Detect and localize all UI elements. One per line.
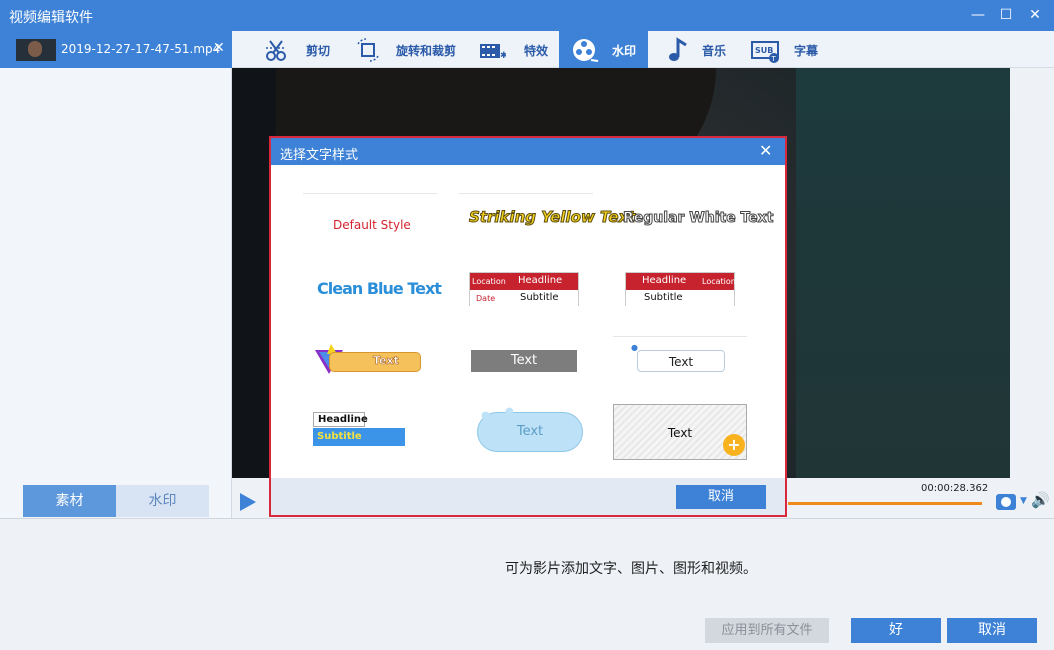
film-effects-icon: ✱ [480, 44, 506, 61]
time-display: 00:00:28.362 [921, 483, 989, 494]
scissors-icon [266, 40, 286, 61]
apply-to-all-button[interactable]: 应用到所有文件 [705, 618, 829, 643]
window-title: 视频编辑软件 [9, 10, 93, 26]
camera-icon[interactable] [996, 494, 1016, 510]
video-thumbnail [16, 39, 56, 61]
tool-watermark-label: 水印 [612, 44, 637, 58]
close-file-icon[interactable]: ✕ [213, 40, 225, 56]
lower-subtitle: Subtitle [520, 292, 559, 303]
style-blue-text: Clean Blue Text [317, 279, 442, 298]
style-regular-white[interactable]: Regular White Text [613, 194, 773, 250]
left-tabs: 素材 水印 [23, 485, 209, 517]
lower-subtitle: Subtitle [644, 292, 683, 303]
add-icon[interactable]: + [723, 434, 745, 456]
style-striking-yellow[interactable]: Striking Yellow Text [459, 194, 635, 250]
material-panel [0, 68, 232, 518]
cancel-button[interactable]: 取消 [947, 618, 1037, 643]
text-style-dialog: 选择文字样式 ✕ Default Style Striking Yellow T… [269, 136, 787, 517]
maximize-button[interactable]: ☐ [994, 4, 1018, 26]
tab-material[interactable]: 素材 [23, 485, 116, 517]
minimize-button[interactable]: — [966, 4, 990, 26]
style-default-text: Default Style [333, 218, 411, 232]
subtitle-icon: SUB T [751, 41, 779, 63]
lower-headline: Headline [518, 275, 563, 286]
svg-text:✱: ✱ [500, 51, 506, 61]
music-note-icon [669, 37, 687, 61]
style-yellow-text: Striking Yellow Text [468, 208, 636, 227]
progress-bar[interactable] [788, 502, 982, 505]
style-bubble-box[interactable]: ● Text [613, 334, 747, 390]
badge-text: Text [373, 354, 399, 368]
style-headline-subtitle[interactable]: Headline Subtitle [313, 404, 447, 460]
style-gray-box[interactable]: Text [459, 334, 593, 390]
tool-rotate-crop[interactable]: 旋转和裁剪 [354, 31, 464, 68]
tool-rotate-crop-label: 旋转和裁剪 [396, 44, 457, 58]
lower-third-graphic: Headline Location Subtitle [625, 272, 736, 306]
crop-rotate-icon [357, 38, 379, 62]
tool-watermark[interactable]: 水印 [559, 31, 648, 68]
chevron-down-icon[interactable]: ▼ [1020, 496, 1027, 506]
style-lower-third-left[interactable]: Location Headline Date Subtitle [459, 262, 593, 318]
tool-music-label: 音乐 [702, 44, 727, 58]
style-cloud[interactable]: Text ● ● [459, 404, 593, 460]
hint-text: 可为影片添加文字、图片、图形和视频。 [505, 561, 757, 577]
file-name: 2019-12-27-17-47-51.mp4 [61, 42, 221, 56]
lower-date: Date [476, 294, 496, 303]
edit-toolbar: 剪切 旋转和裁剪 ✱ 特效 水印 音乐 SUB T 字幕 [232, 31, 1054, 68]
style-lower-third-right[interactable]: Headline Location Subtitle [613, 262, 747, 318]
tool-subtitle[interactable]: SUB T 字幕 [750, 31, 834, 68]
volume-icon[interactable]: 🔊 [1031, 491, 1050, 509]
style-default[interactable]: Default Style [303, 194, 437, 250]
svg-text:SUB: SUB [755, 46, 773, 55]
lower-headline: Headline [642, 275, 687, 286]
play-icon[interactable] [240, 493, 256, 511]
style-clean-blue[interactable]: Clean Blue Text [303, 262, 442, 318]
hs-subtitle: Subtitle [313, 428, 405, 446]
preview-side-strip [1010, 68, 1054, 518]
cloud-text: Text [477, 412, 583, 452]
bubble-dot-icon: ● [481, 410, 490, 421]
film-reel-icon [573, 39, 599, 62]
tool-cut[interactable]: 剪切 [262, 31, 342, 68]
lower-location: Location [702, 277, 736, 286]
style-white-text: Regular White Text [622, 210, 774, 227]
file-tab[interactable]: 2019-12-27-17-47-51.mp4 ✕ [0, 31, 232, 68]
bottom-panel: 可为影片添加文字、图片、图形和视频。 应用到所有文件 好 取消 [0, 518, 1054, 650]
hs-headline: Headline [313, 412, 368, 427]
dialog-close-icon[interactable]: ✕ [759, 141, 772, 160]
svg-text:T: T [771, 55, 777, 63]
title-bar: 视频编辑软件 — ☐ ✕ [0, 0, 1054, 31]
tool-effects-label: 特效 [524, 44, 549, 58]
dialog-header: 选择文字样式 ✕ [271, 138, 785, 165]
dialog-title: 选择文字样式 [280, 148, 359, 163]
tool-subtitle-label: 字幕 [794, 44, 819, 58]
bubble-dot-icon: ● [505, 406, 514, 417]
gray-box-text: Text [471, 350, 577, 372]
bubble-box-text: Text [637, 350, 725, 372]
tool-music[interactable]: 音乐 [664, 31, 740, 68]
dialog-cancel-button[interactable]: 取消 [676, 485, 766, 509]
tab-watermark[interactable]: 水印 [116, 485, 209, 517]
lower-third-graphic: Location Headline Date Subtitle [469, 272, 579, 306]
style-badge[interactable]: Text [303, 334, 437, 390]
style-sketch[interactable]: Text + [613, 404, 747, 460]
ok-button[interactable]: 好 [851, 618, 941, 643]
tool-effects[interactable]: ✱ 特效 [478, 31, 554, 68]
lower-location: Location [472, 277, 506, 286]
close-window-button[interactable]: ✕ [1023, 4, 1047, 26]
dialog-footer: 取消 [271, 478, 785, 515]
tool-cut-label: 剪切 [306, 44, 331, 58]
